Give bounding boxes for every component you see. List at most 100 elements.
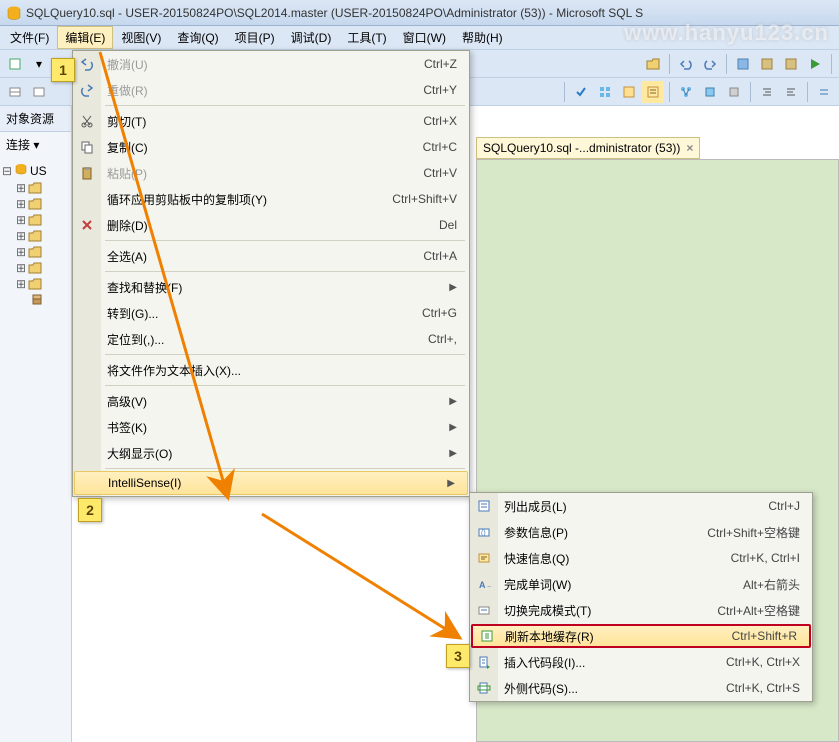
intellisense-submenu: 列出成员(L)Ctrl+J()参数信息(P)Ctrl+Shift+空格键快速信息…	[469, 492, 813, 702]
menu-tools[interactable]: 工具(T)	[339, 26, 394, 49]
menu-item-[interactable]: 定位到(,)...Ctrl+,	[73, 326, 469, 352]
check-button[interactable]	[570, 81, 592, 103]
tree-folder[interactable]: ⊞	[2, 180, 69, 196]
menu-view[interactable]: 视图(V)	[113, 26, 169, 49]
object-explorer: 对象资源 连接 ▾ ⊟ US ⊞ ⊞ ⊞ ⊞ ⊞ ⊞ ⊞	[0, 106, 72, 742]
menu-item-R: 重做(R)Ctrl+Y	[73, 77, 469, 103]
undo-icon	[79, 56, 95, 72]
tool-b[interactable]	[756, 53, 778, 75]
submenu-item-S[interactable]: 外侧代码(S)...Ctrl+K, Ctrl+S	[470, 675, 812, 701]
menu-edit[interactable]: 编辑(E)	[57, 26, 113, 49]
paste-icon	[79, 165, 95, 181]
expand-icon[interactable]: ⊞	[16, 181, 26, 195]
menu-item-V[interactable]: 高级(V)▶	[73, 388, 469, 414]
menu-item-label: 转到(G)...	[107, 305, 402, 322]
expand-icon[interactable]: ⊞	[16, 277, 26, 291]
expand-icon[interactable]: ⊞	[16, 245, 26, 259]
submenu-item-L[interactable]: 列出成员(L)Ctrl+J	[470, 493, 812, 519]
redo-button[interactable]	[699, 53, 721, 75]
tool-e[interactable]	[28, 81, 50, 103]
tree-folder[interactable]: ⊞	[2, 228, 69, 244]
menu-item-label: 全选(A)	[107, 248, 403, 265]
menu-file[interactable]: 文件(F)	[2, 26, 57, 49]
menu-item-K[interactable]: 书签(K)▶	[73, 414, 469, 440]
tool-a[interactable]	[732, 53, 754, 75]
menu-item-O[interactable]: 大纲显示(O)▶	[73, 440, 469, 466]
menu-help[interactable]: 帮助(H)	[454, 26, 511, 49]
menu-item-X[interactable]: 将文件作为文本插入(X)...	[73, 357, 469, 383]
results-grid-button[interactable]	[618, 81, 640, 103]
document-tab[interactable]: SQLQuery10.sql -...dministrator (53)) ×	[476, 137, 700, 159]
menu-project[interactable]: 项目(P)	[227, 26, 283, 49]
tree-folder[interactable]: ⊞	[2, 260, 69, 276]
undo-button[interactable]	[675, 53, 697, 75]
toolbar-sep	[669, 54, 670, 74]
connect-dropdown[interactable]: 连接 ▾	[0, 132, 71, 157]
expand-icon[interactable]: ⊞	[16, 261, 26, 275]
open-button[interactable]	[642, 53, 664, 75]
results-text-button[interactable]	[642, 81, 664, 103]
stats-button[interactable]	[723, 81, 745, 103]
tree-folder[interactable]: ⊞	[2, 212, 69, 228]
menu-item-G[interactable]: 转到(G)...Ctrl+G	[73, 300, 469, 326]
menu-item-shortcut: Ctrl+V	[423, 166, 457, 180]
tree-root[interactable]: ⊟ US	[2, 161, 69, 180]
redo-icon	[79, 82, 95, 98]
expand-icon[interactable]: ⊞	[16, 229, 26, 243]
tree-folder[interactable]: ⊞	[2, 276, 69, 292]
menu-item-Y[interactable]: 循环应用剪贴板中的复制项(Y)Ctrl+Shift+V	[73, 186, 469, 212]
menu-item-C[interactable]: 复制(C)Ctrl+C	[73, 134, 469, 160]
tree-item[interactable]	[2, 292, 69, 308]
cube-icon	[30, 293, 44, 307]
menu-item-P: 粘贴(P)Ctrl+V	[73, 160, 469, 186]
menu-item-F[interactable]: 查找和替换(F)▶	[73, 274, 469, 300]
close-tab-button[interactable]: ×	[686, 141, 693, 155]
submenu-item-Q[interactable]: 快速信息(Q)Ctrl+K, Ctrl+I	[470, 545, 812, 571]
menu-item-label: 撤消(U)	[107, 56, 404, 73]
menu-item-IntelliSenseI[interactable]: IntelliSense(I)▶	[74, 471, 468, 495]
menu-item-label: 定位到(,)...	[107, 331, 408, 348]
menu-separator	[105, 105, 465, 106]
submenu-item-I[interactable]: 插入代码段(I)...Ctrl+K, Ctrl+X	[470, 649, 812, 675]
list-members-icon	[476, 498, 492, 514]
submenu-item-label: 列出成员(L)	[504, 498, 748, 515]
tool-c[interactable]	[780, 53, 802, 75]
dropdown-button[interactable]: ▾	[28, 53, 50, 75]
submenu-item-T[interactable]: 切换完成模式(T)Ctrl+Alt+空格键	[470, 597, 812, 623]
menu-item-T[interactable]: 剪切(T)Ctrl+X	[73, 108, 469, 134]
tree-folder[interactable]: ⊞	[2, 196, 69, 212]
submenu-item-shortcut: Ctrl+K, Ctrl+I	[731, 551, 800, 565]
tree-folder[interactable]: ⊞	[2, 244, 69, 260]
submenu-item-R[interactable]: 刷新本地缓存(R)Ctrl+Shift+R	[471, 624, 811, 648]
display-button[interactable]	[594, 81, 616, 103]
submenu-item-P[interactable]: ()参数信息(P)Ctrl+Shift+空格键	[470, 519, 812, 545]
collapse-icon[interactable]: ⊟	[2, 164, 12, 178]
submenu-item-W[interactable]: A→完成单词(W)Alt+右箭头	[470, 571, 812, 597]
menu-item-A[interactable]: 全选(A)Ctrl+A	[73, 243, 469, 269]
callout-2: 2	[78, 498, 102, 522]
new-query-button[interactable]	[4, 53, 26, 75]
submenu-arrow-icon: ▶	[449, 396, 457, 407]
menu-separator	[105, 271, 465, 272]
menu-item-shortcut: Del	[439, 218, 457, 232]
menu-item-D[interactable]: 删除(D)Del	[73, 212, 469, 238]
edit-menu: 撤消(U)Ctrl+Z重做(R)Ctrl+Y剪切(T)Ctrl+X复制(C)Ct…	[72, 50, 470, 497]
menu-item-label: 将文件作为文本插入(X)...	[107, 362, 457, 379]
toolbar-sep	[726, 54, 727, 74]
submenu-item-label: 参数信息(P)	[504, 524, 687, 541]
outdent-button[interactable]	[780, 81, 802, 103]
menu-query[interactable]: 查询(Q)	[169, 26, 226, 49]
play-button[interactable]	[804, 53, 826, 75]
expand-icon[interactable]: ⊞	[16, 197, 26, 211]
param-info-icon: ()	[476, 524, 492, 540]
folder-icon	[28, 198, 42, 210]
menu-window[interactable]: 窗口(W)	[395, 26, 454, 49]
tool-d[interactable]	[4, 81, 26, 103]
expand-icon[interactable]: ⊞	[16, 213, 26, 227]
menu-item-shortcut: Ctrl+Y	[423, 83, 457, 97]
plan-button[interactable]	[675, 81, 697, 103]
menu-debug[interactable]: 调试(D)	[283, 26, 340, 49]
comment-button[interactable]	[813, 81, 835, 103]
include-plan-button[interactable]	[699, 81, 721, 103]
indent-button[interactable]	[756, 81, 778, 103]
